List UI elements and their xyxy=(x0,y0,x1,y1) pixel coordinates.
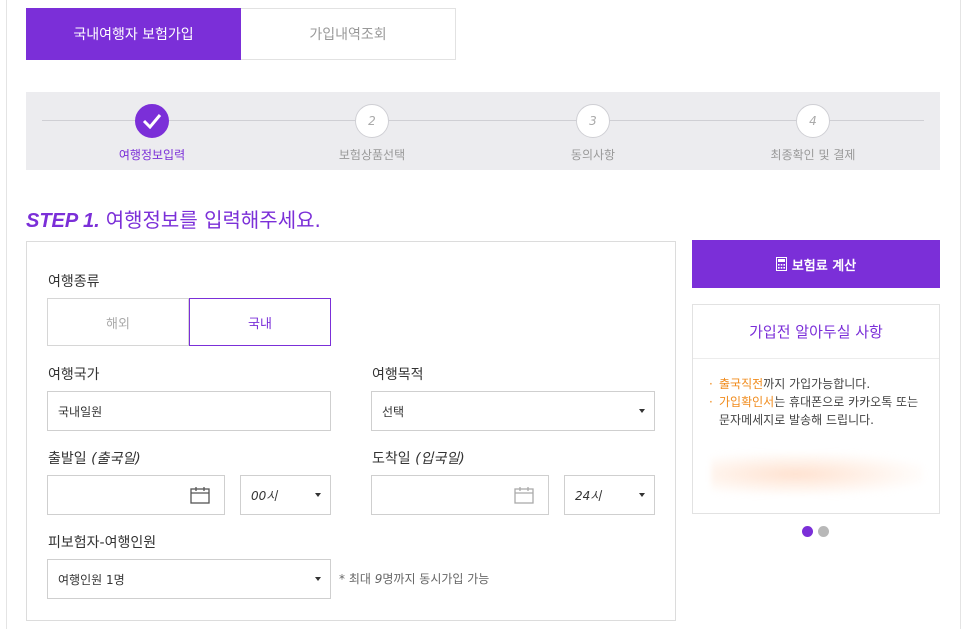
calculator-icon xyxy=(775,257,787,271)
trip-type-domestic-button[interactable]: 국내 xyxy=(189,298,331,346)
blurred-content xyxy=(711,453,923,495)
step-number: STEP 1. xyxy=(26,210,100,232)
step-3-label: 동의사항 xyxy=(570,148,616,162)
travelers-select[interactable]: 여행인원 1명 xyxy=(47,559,331,599)
chevron-down-icon xyxy=(315,493,321,497)
country-label: 여행국가 xyxy=(48,367,100,383)
calendar-icon[interactable] xyxy=(514,486,534,504)
departure-hour-select[interactable]: 00시 xyxy=(240,475,331,515)
trip-type-label: 여행종류 xyxy=(48,274,100,290)
notice-panel: 가입전 알아두실 사항 출국직전까지 가입가능합니다. 가입확인서는 휴대폰으로… xyxy=(692,304,940,514)
notice-list: 출국직전까지 가입가능합니다. 가입확인서는 휴대폰으로 카카오톡 또는 문자메… xyxy=(693,359,939,429)
chevron-down-icon xyxy=(315,577,321,581)
chevron-down-icon xyxy=(639,493,645,497)
step-4-label: 최종확인 및 결제 xyxy=(770,148,856,162)
step-progress-bar: 여행정보입력 2 보험상품선택 3 동의사항 4 최종확인 및 결제 xyxy=(26,92,940,170)
arrival-label: 도착일 (입국일) xyxy=(372,451,465,467)
travelers-label: 피보험자-여행인원 xyxy=(48,535,157,551)
frame-right-border xyxy=(960,0,961,629)
tab-domestic-insurance[interactable]: 국내여행자 보험가입 xyxy=(26,8,241,60)
purpose-label: 여행목적 xyxy=(372,367,424,383)
purpose-select[interactable]: 선택 xyxy=(371,391,655,431)
step-1-circle xyxy=(135,104,169,138)
checkmark-icon xyxy=(142,114,162,129)
top-tabs: 국내여행자 보험가입 가입내역조회 xyxy=(26,8,456,60)
step-2: 2 보험상품선택 xyxy=(292,104,452,163)
calculate-premium-button[interactable]: 보험료 계산 xyxy=(692,240,940,288)
step-2-label: 보험상품선택 xyxy=(338,148,406,162)
carousel-dot-1[interactable] xyxy=(802,526,813,537)
country-field[interactable]: 국내일원 xyxy=(47,391,331,431)
step-3-circle: 3 xyxy=(576,104,610,138)
step-1-label: 여행정보입력 xyxy=(118,148,186,162)
notice-title: 가입전 알아두실 사항 xyxy=(693,305,939,359)
calendar-icon[interactable] xyxy=(190,486,210,504)
frame-left-border xyxy=(6,0,7,629)
chevron-down-icon xyxy=(639,409,645,413)
step-2-circle: 2 xyxy=(355,104,389,138)
departure-date-input[interactable] xyxy=(47,475,225,515)
departure-label: 출발일 (출국일) xyxy=(48,451,141,467)
purpose-value: 선택 xyxy=(382,404,405,419)
travelers-value: 여행인원 1명 xyxy=(58,572,125,587)
list-item: 가입확인서는 휴대폰으로 카카오톡 또는 문자메세지로 발송해 드립니다. xyxy=(707,393,925,429)
trip-type-overseas-button[interactable]: 해외 xyxy=(47,298,189,346)
step-1: 여행정보입력 xyxy=(72,104,232,163)
arrival-date-input[interactable] xyxy=(371,475,549,515)
step-4: 4 최종확인 및 결제 xyxy=(733,104,893,163)
page-title: STEP 1. 여행정보를 입력해주세요. xyxy=(26,204,321,233)
travel-info-form: 여행종류 해외 국내 여행국가 국내일원 여행목적 선택 출발일 (출국일) 0… xyxy=(26,241,676,621)
carousel-dot-2[interactable] xyxy=(818,526,829,537)
carousel-pagination xyxy=(802,526,834,537)
list-item: 출국직전까지 가입가능합니다. xyxy=(707,375,925,393)
arrival-hour-value: 24시 xyxy=(575,488,602,503)
step-3: 3 동의사항 xyxy=(513,104,673,163)
country-value: 국내일원 xyxy=(58,404,103,419)
arrival-hour-select[interactable]: 24시 xyxy=(564,475,655,515)
travelers-note: * 최대 9명까지 동시가입 가능 xyxy=(339,572,490,586)
step-title: 여행정보를 입력해주세요. xyxy=(105,208,321,232)
step-4-circle: 4 xyxy=(796,104,830,138)
departure-hour-value: 00시 xyxy=(251,488,278,503)
tab-subscription-lookup[interactable]: 가입내역조회 xyxy=(241,8,456,60)
calculate-premium-label: 보험료 계산 xyxy=(791,258,857,274)
